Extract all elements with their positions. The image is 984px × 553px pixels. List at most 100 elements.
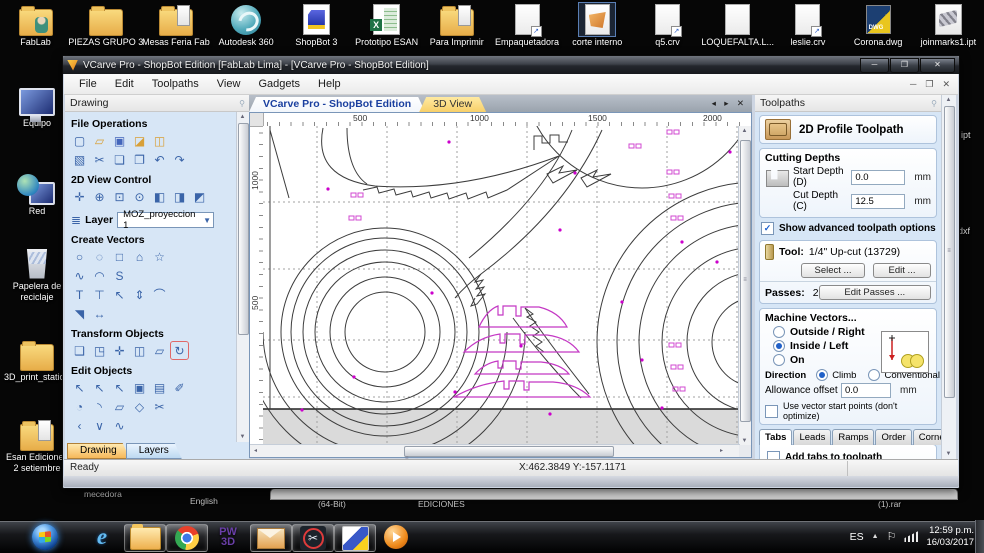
scrollbar-thumb[interactable]: ≡	[740, 140, 751, 422]
ungroup-icon[interactable]: ▤	[151, 379, 168, 396]
desktop-icon-3d-print-statio-[interactable]: 3D_print_statio...	[4, 338, 70, 383]
copy-icon[interactable]: ❏	[111, 151, 128, 168]
view-b-icon[interactable]: ◨	[171, 188, 188, 205]
scroll-up-icon[interactable]: ▲	[739, 126, 750, 136]
tab-order[interactable]: Order	[875, 429, 911, 445]
undo-icon[interactable]: ↶	[151, 151, 168, 168]
desktop-icon-empaquetadora[interactable]: Empaquetadora	[493, 3, 562, 48]
tab-leads[interactable]: Leads	[793, 429, 831, 445]
pin-icon[interactable]: ⚲	[239, 99, 244, 108]
toolpaths-panel-scrollbar[interactable]: ▲ ▼ ≡	[941, 95, 956, 459]
text-box-icon[interactable]: ⊤	[91, 286, 108, 303]
taskbar-file-explorer[interactable]	[124, 524, 166, 552]
title-bar[interactable]: VCarve Pro - ShopBot Edition [FabLab Lim…	[63, 56, 959, 74]
menu-file[interactable]: File	[70, 78, 106, 90]
cut-depth-input[interactable]	[851, 194, 905, 209]
mirror-icon[interactable]: ◫	[131, 342, 148, 359]
pointer-add-icon[interactable]: ↖	[91, 379, 108, 396]
tab-3d-view[interactable]: 3D View	[419, 97, 486, 112]
desktop-icon-joinmarks1-ipt[interactable]: joinmarks1.ipt	[914, 3, 983, 48]
desktop-icon-equipo[interactable]: Equipo	[4, 84, 70, 129]
rect-icon[interactable]: □	[111, 248, 128, 265]
vee-icon[interactable]: ∨	[91, 417, 108, 434]
text-arc-icon[interactable]: ⌒	[151, 286, 168, 303]
tab-ramps[interactable]: Ramps	[832, 429, 874, 445]
desktop-icon-prototipo-esan[interactable]: Prototipo ESAN	[352, 3, 421, 48]
select-icon[interactable]: ▧	[71, 151, 88, 168]
network-signal-icon[interactable]	[904, 531, 918, 542]
polygon-icon[interactable]: ⌂	[131, 248, 148, 265]
center-icon[interactable]: ✛	[111, 342, 128, 359]
menu-edit[interactable]: Edit	[106, 78, 143, 90]
zoom-in-icon[interactable]: ⊕	[91, 188, 108, 205]
minimize-button[interactable]: ─	[860, 58, 889, 73]
zoom-box-icon[interactable]: ⊡	[111, 188, 128, 205]
menu-toolpaths[interactable]: Toolpaths	[143, 78, 208, 90]
conventional-radio[interactable]	[868, 369, 880, 381]
desktop-icon-papelera-de-reciclaje[interactable]: Papelera de reciclaje	[4, 247, 70, 302]
add-tabs-checkbox[interactable]	[767, 451, 780, 459]
desktop-icon-shopbot-3[interactable]: ShopBot 3	[282, 3, 351, 48]
desktop-icon-leslie-crv[interactable]: leslie.crv	[773, 3, 842, 48]
scroll-up-icon[interactable]: ▲	[237, 112, 248, 122]
canvas-horizontal-scrollbar[interactable]: ◂ ▸ ≡	[250, 444, 740, 457]
show-desktop-button[interactable]	[975, 520, 984, 553]
taskbar-pw3d[interactable]: PW 3D	[208, 524, 248, 550]
move-icon[interactable]: ❑	[71, 342, 88, 359]
background-window-edge[interactable]	[270, 488, 958, 500]
text-cursor-icon[interactable]: ↖	[111, 286, 128, 303]
s-curve-icon[interactable]: S	[111, 267, 128, 284]
mdi-close-button[interactable]: ✕	[942, 79, 950, 90]
taskbar-vcarve[interactable]	[334, 524, 376, 552]
start-depth-input[interactable]	[851, 170, 905, 185]
scrollbar-thumb[interactable]: ≡	[404, 446, 614, 457]
text-icon[interactable]: T	[71, 286, 88, 303]
desktop-icon-esan-ediciones-2-setiembre[interactable]: Esan Ediciones 2 setiembre	[4, 418, 70, 473]
import-icon[interactable]: ◪	[131, 132, 148, 149]
maximize-button[interactable]: ❐	[890, 58, 919, 73]
tab-nav-icons[interactable]: ◂ ▸ ✕	[712, 98, 747, 109]
star-icon[interactable]: ☆	[151, 248, 168, 265]
group-icon[interactable]: ▣	[131, 379, 148, 396]
menu-view[interactable]: View	[208, 78, 250, 90]
pointer-move-icon[interactable]: ↖	[111, 379, 128, 396]
layer-select[interactable]: MOZ_proyeccion 1 ▼	[117, 212, 214, 228]
taskbar-cutter-app[interactable]: ✂	[292, 524, 334, 552]
on-radio[interactable]	[773, 354, 785, 366]
arc-fit-icon[interactable]: ‹	[71, 417, 88, 434]
taskbar-chrome[interactable]	[166, 524, 208, 552]
weld-icon[interactable]: ◔	[71, 398, 88, 415]
circle-icon[interactable]: ○	[71, 248, 88, 265]
ellipse-icon[interactable]: ◌	[91, 248, 108, 265]
desktop-icon-piezas-grupo-3[interactable]: PIEZAS GRUPO 3	[71, 3, 140, 48]
polyline-icon[interactable]: ∿	[71, 267, 88, 284]
desktop-icon-autodesk-360[interactable]: Autodesk 360	[212, 3, 281, 48]
pin-icon[interactable]: ⚲	[931, 99, 936, 108]
mdi-minimize-button[interactable]: ─	[910, 79, 916, 90]
new-icon[interactable]: ▢	[71, 132, 88, 149]
scrollbar-thumb[interactable]	[238, 123, 249, 335]
climb-radio[interactable]	[816, 369, 828, 381]
arc-icon[interactable]: ◠	[91, 267, 108, 284]
measure-icon[interactable]: ✐	[171, 379, 188, 396]
scroll-down-icon[interactable]: ▼	[237, 432, 248, 442]
desktop-icon-red[interactable]: Red	[4, 172, 70, 217]
hidden-icons-button[interactable]: ▲	[872, 533, 879, 540]
allowance-offset-input[interactable]	[841, 383, 891, 398]
tool-select-button[interactable]: Select ...	[801, 263, 865, 278]
desktop-icon-para-imprimir[interactable]: Para Imprimir	[422, 3, 491, 48]
export-icon[interactable]: ◫	[151, 132, 168, 149]
scroll-down-icon[interactable]: ▼	[943, 449, 954, 459]
language-indicator[interactable]: ES	[850, 531, 864, 543]
desktop-icon-corte-interno[interactable]: corte interno	[563, 3, 632, 48]
pointer-icon[interactable]: ↖	[71, 379, 88, 396]
menu-gadgets[interactable]: Gadgets	[249, 78, 309, 90]
slice-icon[interactable]: ✂	[151, 398, 168, 415]
save-icon[interactable]: ▣	[111, 132, 128, 149]
drawing-canvas[interactable]	[263, 126, 740, 446]
desktop-icon-loquefalta-l-[interactable]: LOQUEFALTA.L...	[703, 3, 772, 48]
menu-help[interactable]: Help	[309, 78, 350, 90]
advanced-options-checkbox[interactable]: ✓	[761, 222, 774, 235]
tab-layers[interactable]: Layers	[126, 443, 182, 459]
dimension-icon[interactable]: ↔	[91, 305, 108, 322]
